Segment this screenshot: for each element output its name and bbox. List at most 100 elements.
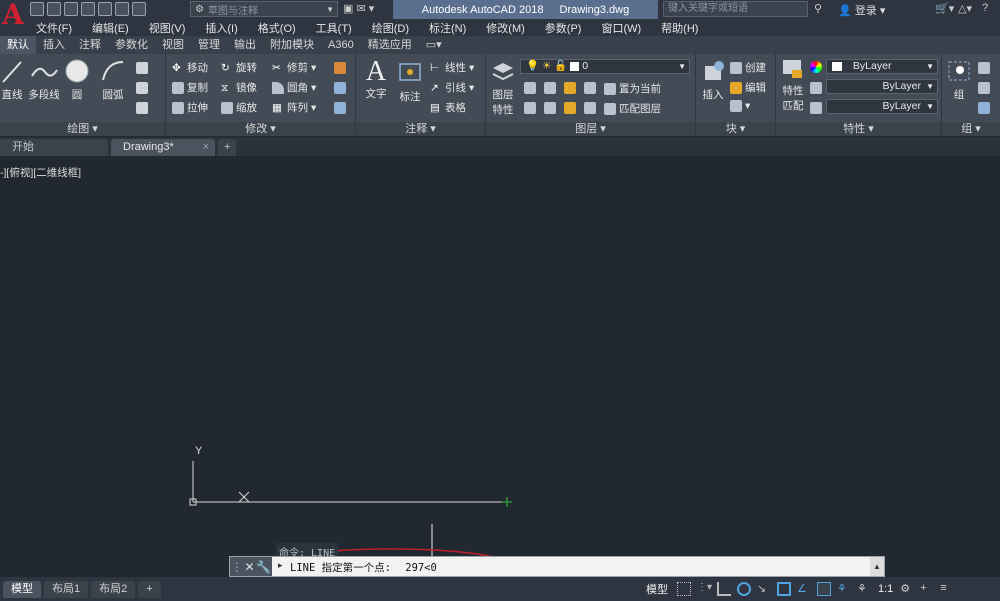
menu-draw[interactable]: 绘图(D) bbox=[362, 20, 419, 36]
tab-view[interactable]: 视图 bbox=[155, 36, 191, 54]
linetype-icon[interactable] bbox=[810, 82, 822, 94]
tab-start[interactable]: 开始 bbox=[0, 139, 108, 156]
save-icon[interactable] bbox=[64, 2, 78, 16]
tab-insert[interactable]: 插入 bbox=[36, 36, 72, 54]
layer-dropdown[interactable]: 💡 ☀ 🔓 0 ▼ bbox=[520, 59, 690, 74]
linetype-dropdown[interactable]: ByLayer ▼ bbox=[826, 79, 938, 94]
new-tab-button[interactable]: + bbox=[218, 139, 237, 156]
text-button[interactable]: A 文字 bbox=[360, 58, 392, 101]
isodraft-icon[interactable]: ↘ bbox=[757, 582, 771, 596]
polyline-button[interactable]: 多段线 bbox=[27, 58, 61, 102]
redo-icon[interactable] bbox=[132, 2, 146, 16]
match-layer-button[interactable]: 匹配图层 bbox=[604, 101, 661, 116]
panel-groups-title[interactable]: 组 ▾ bbox=[942, 122, 1000, 136]
arc-button[interactable]: 圆弧 bbox=[98, 58, 128, 102]
layout-tab-2[interactable]: 布局2 bbox=[91, 580, 136, 598]
tab-annotate[interactable]: 注释 bbox=[72, 36, 108, 54]
menu-insert[interactable]: 插入(I) bbox=[195, 20, 247, 36]
color-wheel-icon[interactable] bbox=[810, 61, 822, 73]
offset-icon[interactable] bbox=[334, 102, 346, 114]
autocad-logo[interactable]: A bbox=[0, 0, 26, 36]
help-icon[interactable]: ? bbox=[982, 2, 988, 14]
menu-modify[interactable]: 修改(M) bbox=[476, 20, 535, 36]
polar-icon[interactable] bbox=[737, 582, 751, 596]
panel-properties-title[interactable]: 特性 ▾ bbox=[776, 122, 941, 136]
circle-button[interactable]: 圆 bbox=[62, 58, 92, 102]
grip-icon[interactable]: ⋮ bbox=[231, 560, 243, 574]
menu-view[interactable]: 视图(V) bbox=[139, 20, 196, 36]
drawing-viewport[interactable]: -][俯视][二维线框] Y bbox=[0, 156, 1000, 577]
menu-parametric[interactable]: 参数(P) bbox=[535, 20, 592, 36]
layer-properties-button[interactable]: 图层 特性 bbox=[488, 60, 518, 117]
close-icon[interactable]: × bbox=[203, 139, 209, 156]
layout-tab-1[interactable]: 布局1 bbox=[44, 580, 89, 598]
tab-addins[interactable]: 附加模块 bbox=[263, 36, 321, 54]
osnap-icon[interactable] bbox=[777, 582, 791, 596]
rotate-button[interactable]: ↻ 旋转 bbox=[221, 60, 257, 75]
annotation-scale-icon[interactable]: ⚘ bbox=[837, 582, 851, 596]
new-layout-button[interactable]: + bbox=[138, 580, 161, 598]
wrench-icon[interactable]: 🔧 bbox=[256, 560, 271, 574]
lineweight-dropdown[interactable]: ByLayer ▼ bbox=[826, 99, 938, 114]
tab-parametric[interactable]: 参数化 bbox=[108, 36, 155, 54]
tab-default[interactable]: 默认 bbox=[0, 36, 36, 54]
tab-featured-apps[interactable]: 精选应用 bbox=[361, 36, 419, 54]
undo-icon[interactable] bbox=[115, 2, 129, 16]
lineweight-icon[interactable] bbox=[817, 582, 831, 596]
menu-format[interactable]: 格式(O) bbox=[248, 20, 306, 36]
dimension-button[interactable]: 标注 bbox=[394, 58, 426, 104]
block-attribute-button[interactable]: ▾ bbox=[730, 100, 750, 112]
search-input[interactable]: 键入关键字或短语 bbox=[663, 1, 808, 17]
scale-button[interactable]: 缩放 bbox=[221, 100, 257, 115]
menu-icon[interactable]: ≡ bbox=[940, 582, 954, 596]
save-as-icon[interactable] bbox=[81, 2, 95, 16]
linear-dim-button[interactable]: ⊢ 线性 ▾ bbox=[430, 60, 474, 75]
command-line[interactable]: ⋮ ✕ 🔧 ▸ LINE 指定第一个点: 297<0 ▲ bbox=[229, 556, 885, 577]
layout-tab-model[interactable]: 模型 bbox=[3, 580, 41, 598]
array-button[interactable]: ▦ 阵列 ▾ bbox=[272, 100, 316, 115]
leader-button[interactable]: ↗ 引线 ▾ bbox=[430, 80, 474, 95]
lineweight-icon[interactable] bbox=[810, 102, 822, 114]
new-file-icon[interactable] bbox=[30, 2, 44, 16]
move-button[interactable]: ✥ 移动 bbox=[172, 60, 208, 75]
share-icon[interactable]: ▣ ✉ ▾ bbox=[343, 2, 374, 15]
menu-tools[interactable]: 工具(T) bbox=[306, 20, 362, 36]
command-input[interactable]: 297<0 bbox=[405, 562, 437, 574]
menu-edit[interactable]: 编辑(E) bbox=[82, 20, 139, 36]
rectangle-icon[interactable] bbox=[136, 62, 148, 74]
cart-icon[interactable]: 🛒▾ bbox=[935, 2, 954, 15]
color-dropdown[interactable]: ByLayer ▼ bbox=[826, 59, 938, 74]
open-file-icon[interactable] bbox=[47, 2, 61, 16]
trim-button[interactable]: ✂ 修剪 ▾ bbox=[272, 60, 316, 75]
insert-block-button[interactable]: 插入 bbox=[698, 58, 728, 102]
tab-output[interactable]: 输出 bbox=[227, 36, 263, 54]
line-button[interactable]: 直线 bbox=[0, 58, 24, 102]
tab-a360[interactable]: A360 bbox=[321, 36, 361, 54]
close-icon[interactable]: ✕ bbox=[244, 560, 254, 574]
menu-file[interactable]: 文件(F) bbox=[26, 20, 82, 36]
model-space-label[interactable]: 模型 bbox=[646, 581, 668, 597]
stretch-button[interactable]: 拉伸 bbox=[172, 100, 208, 115]
create-block-button[interactable]: 创建 bbox=[730, 60, 766, 75]
layer-tool-icon[interactable] bbox=[524, 82, 536, 94]
table-button[interactable]: ▤ 表格 bbox=[430, 100, 466, 115]
annotation-visibility-icon[interactable]: ⚘ bbox=[857, 582, 871, 596]
explode-icon[interactable] bbox=[334, 82, 346, 94]
binoculars-icon[interactable]: ⚲ bbox=[814, 2, 822, 15]
set-current-button[interactable]: 置为当前 bbox=[604, 81, 661, 96]
menu-window[interactable]: 窗口(W) bbox=[591, 20, 651, 36]
layer-tool-icon[interactable] bbox=[524, 102, 536, 114]
ungroup-icon[interactable] bbox=[978, 62, 990, 74]
snap-icon[interactable]: ⋮▾ bbox=[697, 582, 712, 596]
layer-tool-icon[interactable] bbox=[584, 82, 596, 94]
plus-icon[interactable]: + bbox=[920, 582, 934, 596]
panel-block-title[interactable]: 块 ▾ bbox=[696, 122, 775, 136]
group-button[interactable]: 组 bbox=[946, 58, 972, 102]
hatch-icon[interactable] bbox=[136, 82, 148, 94]
gear-icon[interactable]: ⚙ bbox=[900, 582, 914, 596]
panel-modify-title[interactable]: 修改 ▾ bbox=[166, 122, 355, 136]
fillet-button[interactable]: 圆角 ▾ bbox=[272, 80, 316, 95]
erase-icon[interactable] bbox=[334, 62, 346, 74]
copy-button[interactable]: 复制 bbox=[172, 80, 208, 95]
mirror-button[interactable]: ⧖ 镜像 bbox=[221, 80, 257, 95]
